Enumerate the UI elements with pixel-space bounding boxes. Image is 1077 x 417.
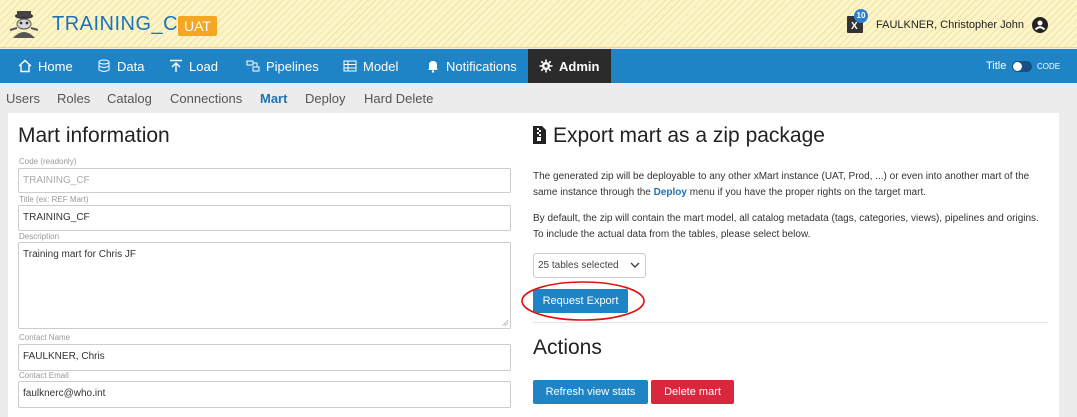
table-icon	[343, 60, 357, 72]
nav-data-label: Data	[117, 58, 145, 74]
gear-icon	[539, 59, 553, 73]
main-nav: Home Data Load Pipelines Model Notificat…	[0, 49, 1077, 83]
contact-name-field[interactable]: FAULKNER, Chris	[18, 344, 511, 371]
description-label: Description	[19, 232, 60, 241]
toggle-code-label: CODE	[1037, 62, 1061, 71]
subnav-users[interactable]: Users	[6, 91, 40, 106]
export-default-content-text: By default, the zip will contain the mar…	[533, 213, 1039, 240]
nav-model-label: Model	[363, 58, 399, 74]
pipelines-icon	[246, 60, 260, 72]
database-icon	[98, 59, 110, 72]
nav-admin[interactable]: Admin	[528, 49, 611, 83]
tables-select-value: 25 tables selected	[538, 260, 619, 271]
subnav-roles[interactable]: Roles	[57, 91, 90, 106]
code-field: TRAINING_CF	[18, 168, 511, 193]
notification-count-badge[interactable]: 10	[854, 9, 868, 23]
contact-email-field[interactable]: faulknerc@who.int	[18, 381, 511, 408]
user-name[interactable]: FAULKNER, Christopher John	[876, 19, 1024, 31]
env-badge: UAT	[178, 16, 217, 36]
user-avatar-icon[interactable]	[1032, 17, 1048, 33]
export-description: The generated zip will be deployable to …	[533, 169, 1043, 201]
app-title[interactable]: TRAINING_CF	[52, 13, 191, 36]
nav-notifications[interactable]: Notifications	[416, 49, 527, 83]
nav-data[interactable]: Data	[87, 49, 154, 83]
section-divider	[533, 322, 1048, 323]
svg-text:X: X	[851, 21, 858, 32]
nav-load[interactable]: Load	[159, 49, 228, 83]
tables-select[interactable]: 25 tables selected	[533, 253, 646, 278]
nav-pipelines[interactable]: Pipelines	[236, 49, 329, 83]
home-icon	[18, 59, 32, 73]
toggle-knob	[1013, 62, 1022, 71]
actions-heading: Actions	[533, 336, 602, 359]
contact-name-label: Contact Name	[19, 333, 71, 342]
mart-info-heading: Mart information	[18, 124, 170, 147]
description-text: Training mart for Chris JF	[23, 249, 136, 260]
title-label: Title (ex: REF Mart)	[19, 195, 89, 204]
description-textarea[interactable]: Training mart for Chris JF	[18, 242, 511, 329]
nav-home[interactable]: Home	[8, 49, 83, 83]
contact-email-label: Contact Email	[19, 371, 69, 380]
title-code-toggle-label: Title	[986, 60, 1007, 72]
logo-icon[interactable]	[7, 8, 41, 40]
zip-file-icon	[533, 126, 546, 144]
delete-mart-button[interactable]: Delete mart	[651, 380, 734, 404]
title-field[interactable]: TRAINING_CF	[18, 205, 511, 231]
nav-model[interactable]: Model	[333, 49, 408, 83]
code-label: Code (readonly)	[19, 157, 77, 166]
export-heading: Export mart as a zip package	[553, 124, 825, 147]
nav-notifications-label: Notifications	[446, 58, 517, 74]
bell-icon	[428, 61, 438, 73]
nav-admin-label: Admin	[559, 58, 600, 74]
export-description-text-end: menu if you have the proper rights on th…	[686, 187, 927, 198]
annotation-circle	[521, 281, 645, 321]
subnav-hard-delete[interactable]: Hard Delete	[364, 91, 433, 106]
nav-load-label: Load	[189, 58, 218, 74]
refresh-view-stats-button[interactable]: Refresh view stats	[533, 380, 648, 404]
nav-home-label: Home	[38, 58, 73, 74]
chevron-down-icon	[630, 262, 640, 268]
subnav-connections[interactable]: Connections	[170, 91, 242, 106]
subnav-deploy[interactable]: Deploy	[305, 91, 345, 106]
app-header: TRAINING_CF UAT X 10 FAULKNER, Christoph…	[0, 0, 1077, 48]
deploy-link[interactable]: Deploy	[654, 187, 687, 198]
title-code-toggle[interactable]	[1012, 61, 1032, 72]
subnav-catalog[interactable]: Catalog	[107, 91, 152, 106]
nav-pipelines-label: Pipelines	[266, 58, 319, 74]
resize-handle-icon[interactable]	[502, 320, 508, 326]
subnav-mart[interactable]: Mart	[260, 91, 287, 106]
upload-icon	[170, 59, 182, 72]
